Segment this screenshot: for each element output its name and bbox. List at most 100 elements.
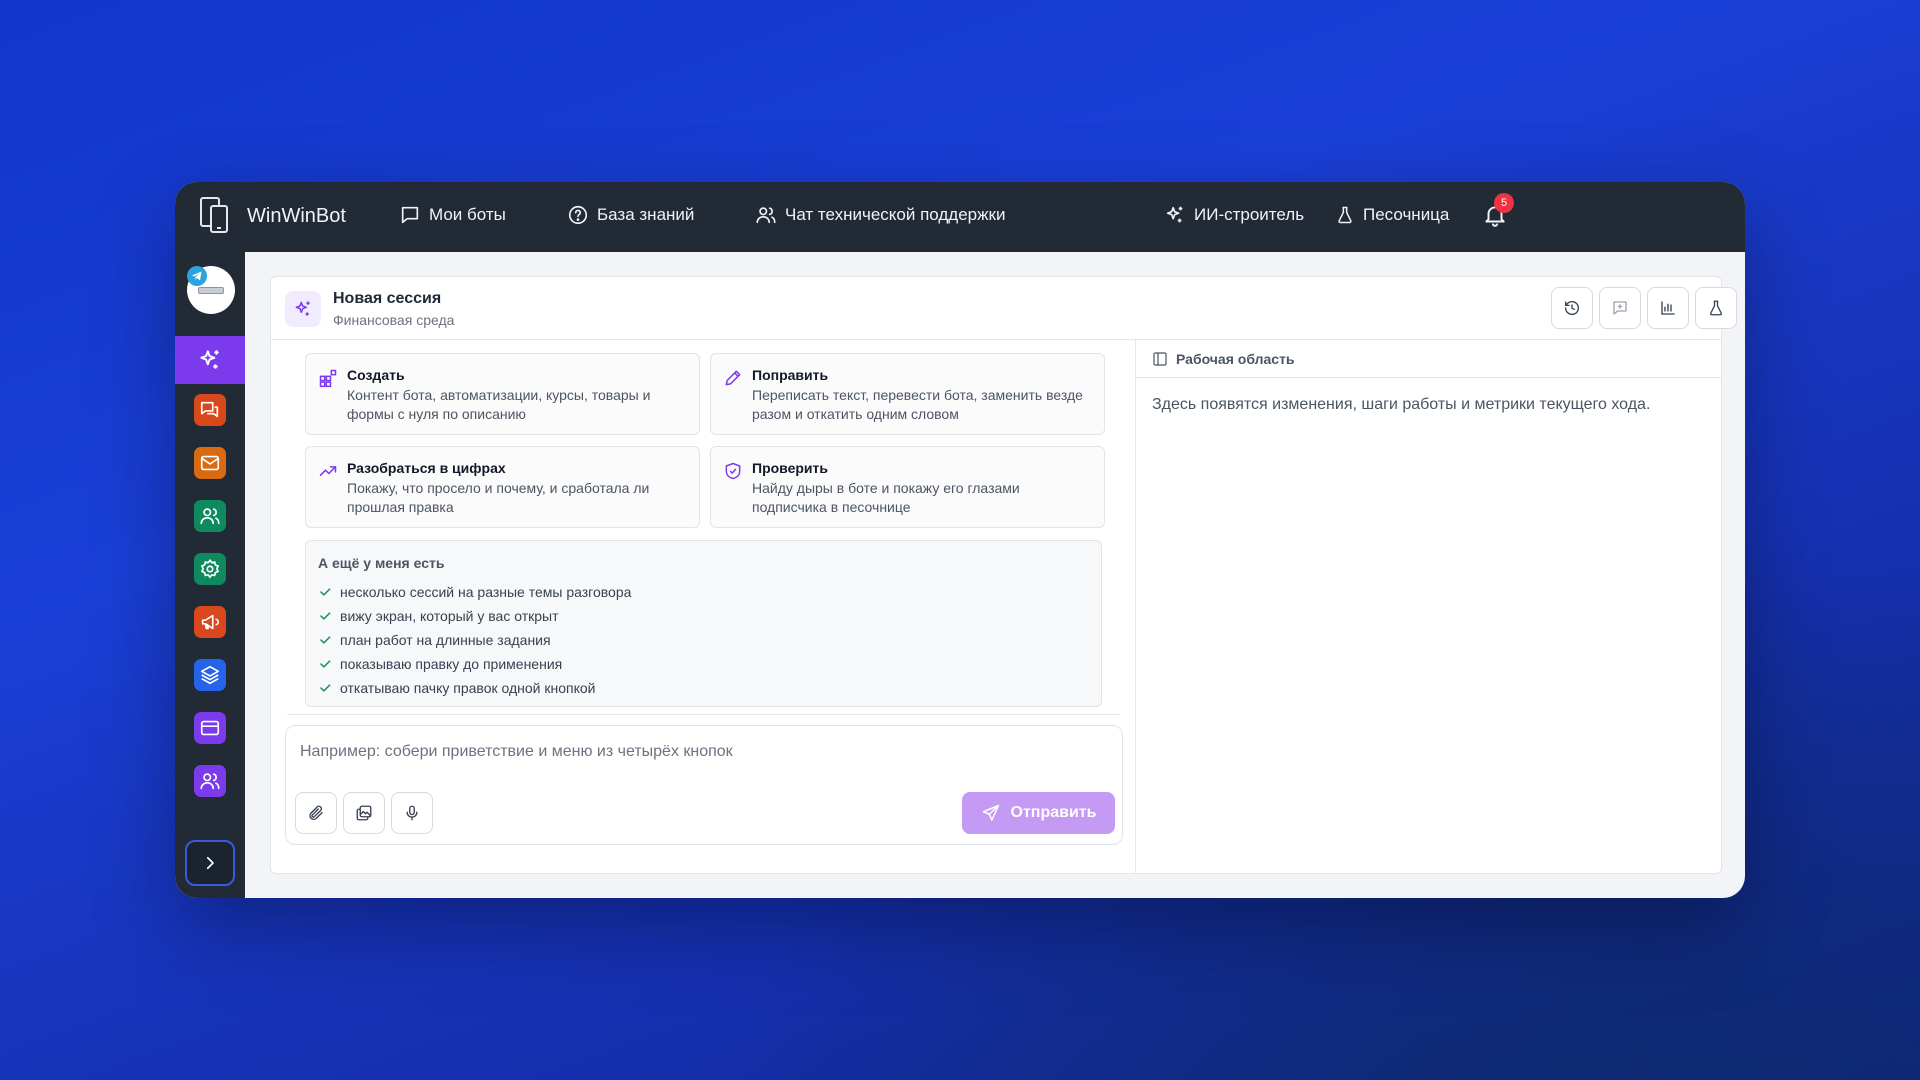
capability-text: план работ на длинные задания (340, 632, 551, 648)
capability-text: показываю правку до применения (340, 656, 563, 672)
voice-input-button[interactable] (391, 792, 433, 834)
sparkles-icon (200, 350, 219, 369)
composer: Отправить (285, 725, 1123, 845)
avatar-image (198, 287, 224, 294)
sidebar-item-chats[interactable] (194, 394, 226, 426)
capabilities-title: А ещё у меня есть (318, 555, 445, 571)
chats-icon (200, 401, 219, 418)
sidebar-item-settings[interactable] (194, 553, 226, 585)
sandbox-button[interactable] (1695, 287, 1737, 329)
check-icon (320, 588, 331, 596)
nav-my-bots-label: Мои боты (429, 205, 506, 224)
attach-image-button[interactable] (343, 792, 385, 834)
workspace-title: Рабочая область (1176, 350, 1295, 367)
pencil-icon (723, 368, 743, 393)
trend-up-icon (318, 461, 338, 486)
nav-sandbox-label: Песочница (1363, 205, 1450, 224)
nav-knowledge-base-label: База знаний (597, 205, 695, 224)
panel-icon (1153, 351, 1167, 366)
images-icon (356, 805, 372, 821)
capabilities-box: А ещё у меня есть несколько сессий на ра… (305, 540, 1102, 707)
flask-icon (1338, 206, 1352, 224)
session-subtitle: Финансовая среда (333, 312, 455, 328)
grid-plus-icon (318, 368, 338, 393)
nav-support-chat[interactable]: Чат технической поддержки (755, 204, 1005, 226)
card-icon (200, 720, 220, 736)
message-input[interactable] (300, 738, 1100, 766)
action-edit-title: Поправить (752, 367, 829, 383)
action-create-title: Создать (347, 367, 405, 383)
sparkles-icon (1166, 206, 1183, 223)
action-analyze[interactable]: Разобраться в цифрах Покажу, что просело… (305, 446, 700, 528)
attach-file-button[interactable] (295, 792, 337, 834)
nav-support-chat-label: Чат технической поддержки (785, 205, 1006, 224)
list-item: откатываю пачку правок одной кнопкой (318, 676, 631, 700)
list-item: показываю правку до применения (318, 652, 631, 676)
send-button[interactable]: Отправить (962, 792, 1115, 834)
users-icon (200, 773, 220, 790)
session-sparkles-icon (285, 291, 321, 327)
list-item: вижу экран, который у вас открыт (318, 604, 631, 628)
capability-text: откатываю пачку правок одной кнопкой (340, 680, 596, 696)
sidebar-item-mailings[interactable] (194, 447, 226, 479)
metrics-button[interactable] (1647, 287, 1689, 329)
bar-chart-icon (1661, 301, 1675, 315)
telegram-icon (187, 266, 207, 286)
send-button-label: Отправить (1010, 804, 1097, 821)
flask-icon (1710, 300, 1722, 316)
workspace-header: Рабочая область (1136, 340, 1721, 378)
nav-my-bots[interactable]: Мои боты (399, 204, 506, 226)
sidebar-item-layers[interactable] (194, 659, 226, 691)
action-edit-desc: Переписать текст, перевести бота, замени… (752, 387, 1083, 422)
sidebar-expand-button[interactable] (185, 840, 235, 886)
action-check[interactable]: Проверить Найду дыры в боте и покажу его… (710, 446, 1105, 528)
workspace-panel: Рабочая область Здесь появятся изменения… (1136, 340, 1721, 874)
action-check-desc: Найду дыры в боте и покажу его глазами п… (752, 480, 1020, 515)
nav-sandbox[interactable]: Песочница (1335, 204, 1449, 226)
message-plus-icon (1613, 301, 1627, 315)
help-circle-icon (568, 205, 588, 225)
mail-icon (200, 455, 220, 471)
action-create[interactable]: Создать Контент бота, автоматизации, кур… (305, 353, 700, 435)
action-create-desc: Контент бота, автоматизации, курсы, това… (347, 387, 651, 422)
check-icon (320, 636, 331, 644)
action-edit[interactable]: Поправить Переписать текст, перевести бо… (710, 353, 1105, 435)
megaphone-icon (201, 614, 220, 630)
users-icon (200, 508, 220, 525)
chat-area: Создать Контент бота, автоматизации, кур… (271, 340, 1136, 874)
sidebar-item-team[interactable] (194, 765, 226, 797)
session-title: Новая сессия (333, 290, 442, 307)
sidebar-item-ai-builder[interactable] (175, 336, 245, 384)
list-item: план работ на длинные задания (318, 628, 631, 652)
history-icon (1564, 301, 1580, 316)
check-icon (320, 612, 331, 620)
notifications-count-badge: 5 (1494, 193, 1514, 213)
capabilities-list: несколько сессий на разные темы разговор… (318, 580, 631, 700)
layers-icon (200, 665, 220, 685)
sidebar (175, 252, 245, 898)
brand[interactable]: WinWinBot (199, 196, 346, 236)
sidebar-item-payments[interactable] (194, 712, 226, 744)
capability-text: вижу экран, который у вас открыт (340, 608, 559, 624)
chat-icon (401, 206, 419, 224)
brand-name: WinWinBot (247, 204, 346, 227)
capability-text: несколько сессий на разные темы разговор… (340, 584, 632, 600)
users-icon (756, 207, 776, 224)
chevron-right-icon (206, 856, 214, 870)
new-session-button[interactable] (1599, 287, 1641, 329)
shield-check-icon (723, 461, 743, 486)
action-analyze-desc: Покажу, что просело и почему, и сработал… (347, 480, 650, 515)
check-icon (320, 684, 331, 692)
microphone-icon (406, 805, 418, 821)
app-window: WinWinBot Мои боты База знаний Чат техни… (175, 182, 1745, 898)
action-check-title: Проверить (752, 460, 828, 476)
sidebar-item-broadcasts[interactable] (194, 606, 226, 638)
check-icon (320, 660, 331, 668)
send-icon (982, 804, 999, 821)
sessions-history-button[interactable] (1551, 287, 1593, 329)
workspace-empty-text: Здесь появятся изменения, шаги работы и … (1152, 396, 1651, 413)
sidebar-item-subscribers[interactable] (194, 500, 226, 532)
nav-ai-builder[interactable]: ИИ-строитель (1164, 204, 1304, 226)
gear-icon (200, 558, 220, 579)
nav-knowledge-base[interactable]: База знаний (567, 204, 694, 226)
